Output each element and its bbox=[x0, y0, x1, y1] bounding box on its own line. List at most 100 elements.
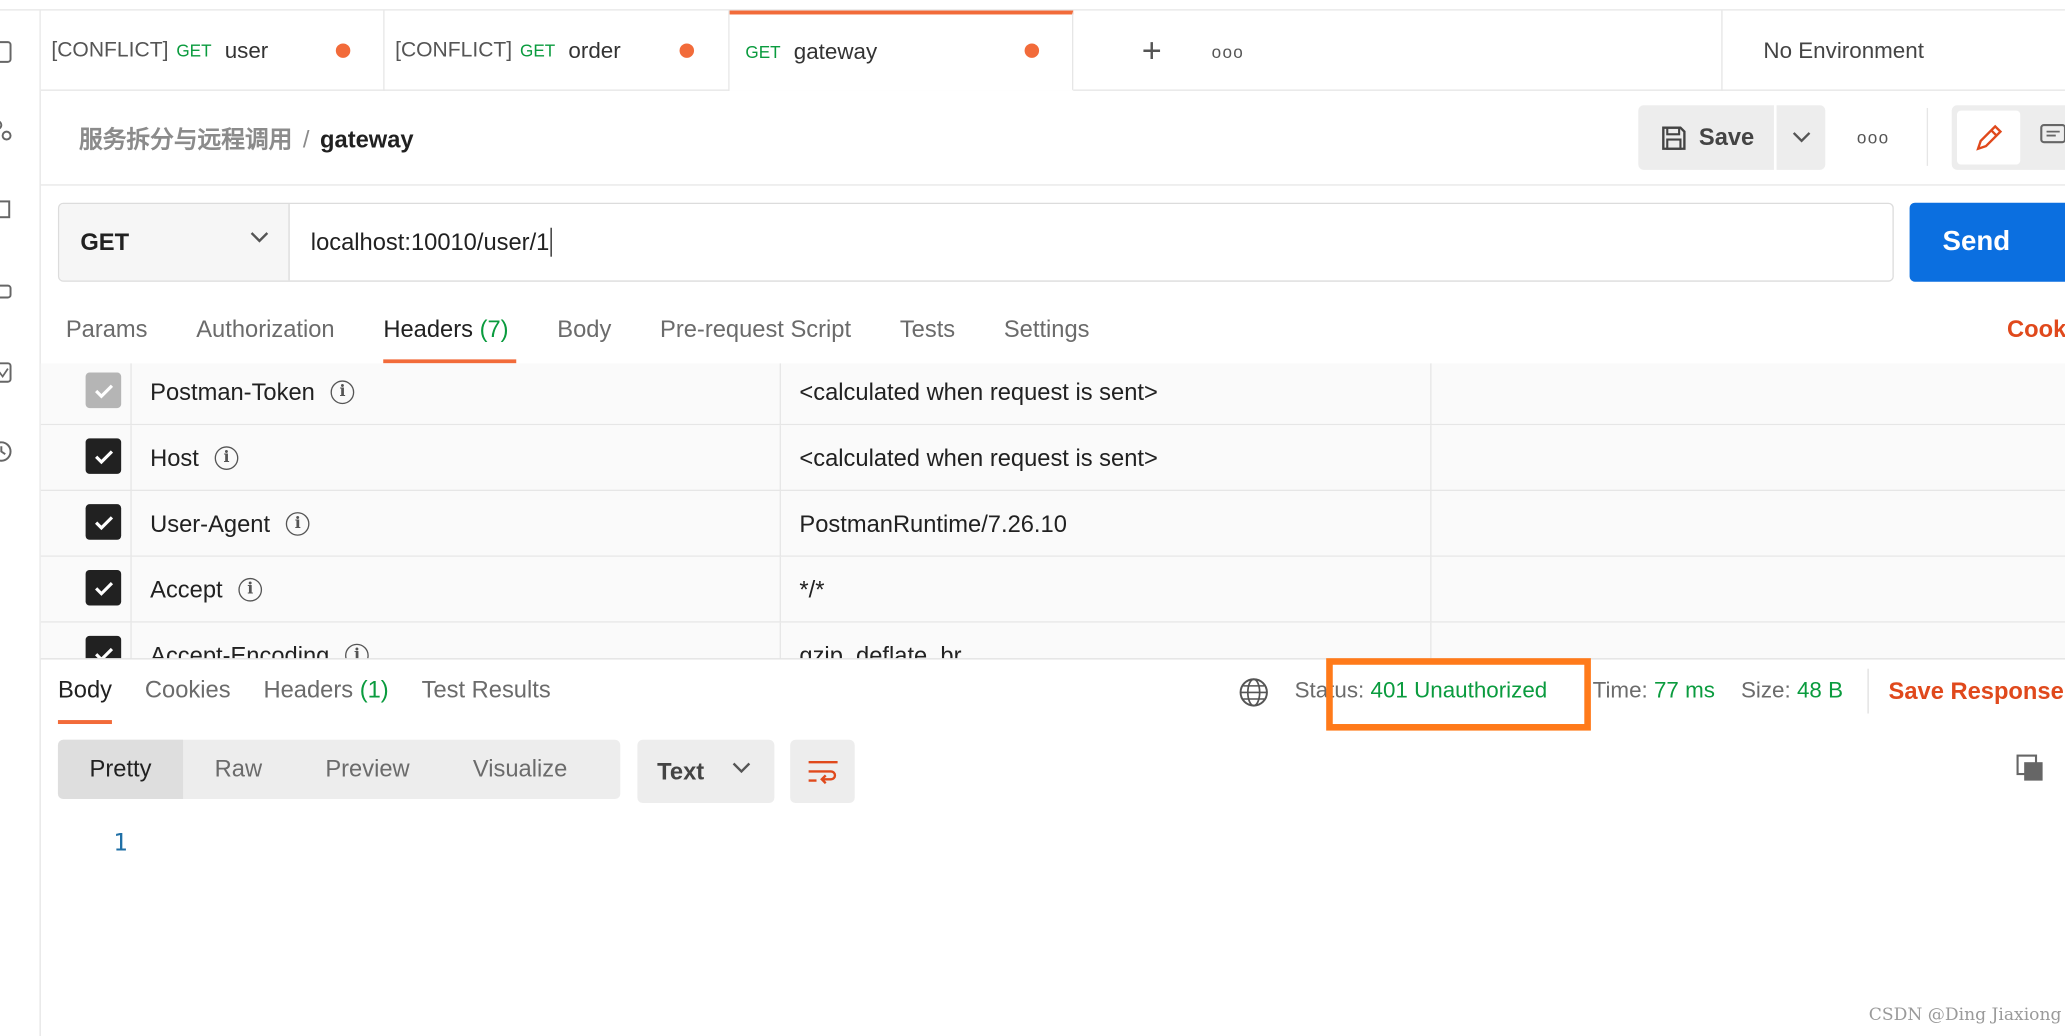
view-visualize[interactable]: Visualize bbox=[441, 740, 599, 799]
wrap-lines-button[interactable] bbox=[790, 739, 855, 803]
info-icon[interactable]: i bbox=[214, 446, 239, 470]
info-icon[interactable]: i bbox=[238, 577, 263, 602]
header-key-cell[interactable]: Accept i bbox=[132, 556, 781, 623]
response-tab-headers[interactable]: Headers (1) bbox=[263, 677, 388, 724]
response-tab-body[interactable]: Body bbox=[57, 676, 113, 725]
comments-icon[interactable] bbox=[2039, 121, 2065, 150]
tab-label: Cookies bbox=[144, 676, 231, 703]
copy-icon[interactable] bbox=[2015, 753, 2047, 785]
table-row: User-Agent i PostmanRuntime/7.26.10 bbox=[40, 491, 2065, 557]
tab-name: gateway bbox=[793, 38, 878, 64]
method-select[interactable]: GET bbox=[59, 204, 290, 281]
apis-icon[interactable] bbox=[0, 118, 13, 142]
request-tabs: Params Authorization Headers (7) Body Pr… bbox=[66, 315, 1138, 364]
save-response-button[interactable]: Save Response bbox=[1889, 678, 2064, 706]
tab-gateway[interactable]: GET gateway bbox=[729, 10, 1074, 91]
header-key-cell[interactable]: Host i bbox=[132, 425, 781, 492]
tab-label: Pre-request Script bbox=[660, 315, 852, 343]
status-highlight-box bbox=[1326, 658, 1591, 731]
tab-order[interactable]: [CONFLICT] GET order bbox=[385, 10, 730, 91]
row-checkbox[interactable] bbox=[85, 569, 122, 606]
header-key-cell[interactable]: Accept-Encoding i bbox=[132, 622, 781, 659]
format-value: Text bbox=[657, 757, 705, 784]
header-value-cell[interactable]: <calculated when request is sent> bbox=[781, 425, 1432, 492]
header-value-cell[interactable]: */* bbox=[781, 556, 1432, 623]
tab-label: Body bbox=[57, 676, 112, 703]
chevron-down-icon bbox=[732, 762, 751, 774]
left-rail bbox=[0, 10, 41, 1036]
view-mode-toggle bbox=[1951, 105, 2065, 170]
info-icon[interactable]: i bbox=[330, 380, 355, 405]
save-button[interactable]: Save bbox=[1638, 105, 1774, 170]
tab-user[interactable]: [CONFLICT] GET user bbox=[41, 10, 385, 91]
header-key: Accept bbox=[150, 575, 223, 603]
row-checkbox[interactable] bbox=[85, 504, 122, 540]
header-key-cell[interactable]: Postman-Token i bbox=[132, 363, 781, 426]
checkbox-cell bbox=[41, 363, 132, 426]
method-value: GET bbox=[80, 228, 130, 255]
header-key-cell[interactable]: User-Agent i bbox=[132, 491, 781, 557]
info-icon[interactable]: i bbox=[345, 643, 369, 659]
text-cursor bbox=[550, 227, 552, 257]
url-input[interactable]: localhost:10010/user/1 bbox=[290, 204, 1893, 280]
watermark: CSDN @Ding Jiaxiong bbox=[1868, 1005, 2062, 1026]
format-select[interactable]: Text bbox=[637, 739, 775, 803]
environments-icon[interactable] bbox=[0, 197, 13, 221]
history-icon[interactable] bbox=[0, 440, 13, 464]
time-value[interactable]: 77 ms bbox=[1654, 678, 1715, 703]
pane-splitter[interactable] bbox=[40, 658, 2065, 660]
tabs-more-icon[interactable]: ooo bbox=[1212, 42, 1245, 62]
check-icon bbox=[94, 515, 113, 530]
tab-params[interactable]: Params bbox=[66, 316, 148, 363]
tab-label: Test Results bbox=[421, 676, 551, 703]
tab-settings[interactable]: Settings bbox=[1004, 316, 1090, 363]
environment-selector[interactable]: No Environment bbox=[1721, 10, 2065, 91]
globe-icon[interactable] bbox=[1238, 677, 1270, 709]
tab-pre-request-script[interactable]: Pre-request Script bbox=[660, 316, 851, 363]
header-value-cell[interactable]: <calculated when request is sent> bbox=[781, 363, 1432, 426]
save-dropdown-button[interactable] bbox=[1776, 105, 1826, 170]
header-value-cell[interactable]: gzip, deflate, br bbox=[781, 622, 1432, 659]
pencil-icon bbox=[1976, 124, 2003, 150]
breadcrumb: 服务拆分与远程调用 / gateway bbox=[79, 121, 414, 155]
view-preview[interactable]: Preview bbox=[294, 740, 442, 799]
edit-mode-button[interactable] bbox=[1957, 110, 2021, 165]
tab-label: Headers bbox=[263, 676, 354, 703]
tab-authorization[interactable]: Authorization bbox=[196, 316, 334, 363]
header-key: User-Agent bbox=[150, 510, 271, 537]
tab-headers[interactable]: Headers (7) bbox=[383, 315, 517, 364]
checkbox-cell bbox=[41, 491, 132, 557]
breadcrumb-current[interactable]: gateway bbox=[320, 126, 414, 152]
tab-method: GET bbox=[176, 40, 212, 61]
response-tab-cookies[interactable]: Cookies bbox=[145, 677, 231, 724]
collections-icon[interactable] bbox=[0, 39, 13, 63]
view-raw[interactable]: Raw bbox=[183, 740, 294, 799]
row-checkbox[interactable] bbox=[85, 635, 122, 659]
chevron-down-icon bbox=[250, 232, 269, 243]
mock-servers-icon[interactable] bbox=[0, 279, 13, 303]
response-tabs: Body Cookies Headers (1) Test Results bbox=[57, 676, 584, 725]
size-value[interactable]: 48 B bbox=[1797, 678, 1843, 703]
row-checkbox[interactable] bbox=[85, 438, 122, 474]
new-tab-plus-icon[interactable]: + bbox=[1142, 33, 1162, 67]
request-more-icon[interactable]: ooo bbox=[1857, 128, 1890, 148]
unsaved-dot-icon bbox=[1024, 43, 1040, 58]
checkbox-cell bbox=[41, 425, 132, 492]
tab-body[interactable]: Body bbox=[557, 316, 611, 363]
save-group: Save bbox=[1638, 105, 1826, 170]
response-tab-test-results[interactable]: Test Results bbox=[422, 677, 551, 724]
info-icon[interactable]: i bbox=[285, 512, 310, 536]
view-pretty[interactable]: Pretty bbox=[57, 739, 184, 800]
headers-table: Postman-Token i <calculated when request … bbox=[40, 363, 2065, 659]
check-icon bbox=[94, 581, 113, 596]
header-value-cell[interactable]: PostmanRuntime/7.26.10 bbox=[781, 491, 1432, 557]
check-icon bbox=[94, 383, 113, 398]
breadcrumb-parent[interactable]: 服务拆分与远程调用 bbox=[79, 126, 292, 152]
monitors-icon[interactable] bbox=[0, 361, 13, 385]
send-button[interactable]: Send bbox=[1909, 202, 2065, 282]
table-row: Host i <calculated when request is sent> bbox=[40, 425, 2065, 492]
row-checkbox[interactable] bbox=[85, 372, 122, 409]
tab-tests[interactable]: Tests bbox=[900, 316, 955, 363]
tab-count: (7) bbox=[479, 315, 509, 343]
cookies-link[interactable]: Cook bbox=[2007, 316, 2065, 344]
